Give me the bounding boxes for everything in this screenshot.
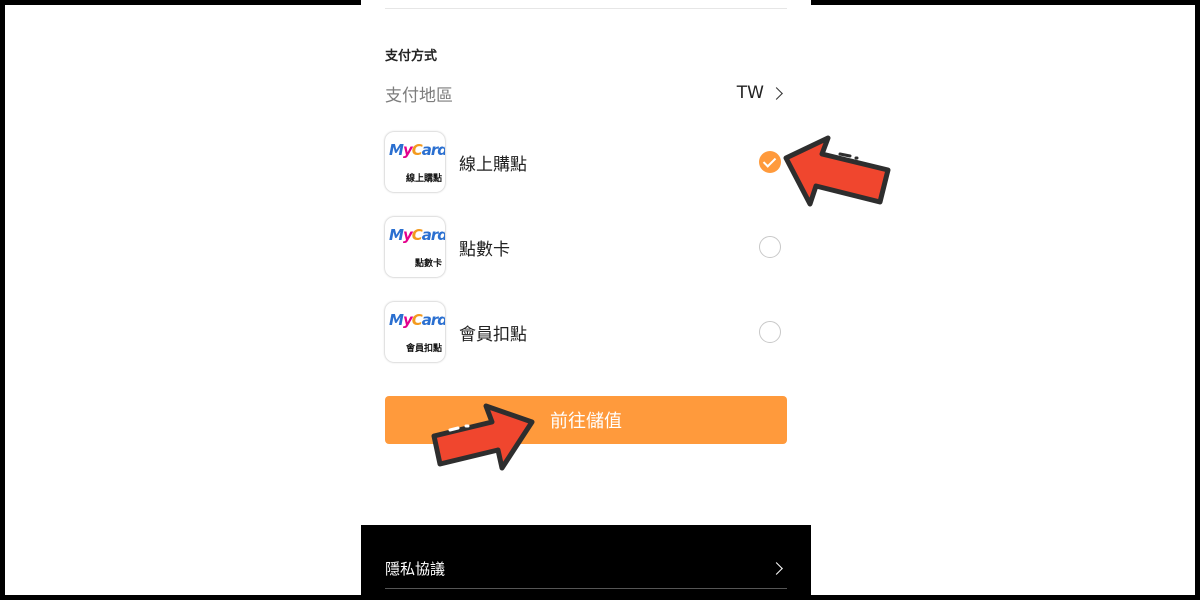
payment-method-online[interactable]: MyCard 線上購點 線上購點 bbox=[385, 131, 787, 193]
payment-method-card[interactable]: MyCard 點數卡 點數卡 bbox=[385, 216, 787, 278]
logo-subtitle: 點數卡 bbox=[414, 259, 442, 269]
payment-panel: 支付方式 支付地區 TW MyCard 線上購點 線上購點 MyCard 點數卡… bbox=[361, 0, 811, 600]
logo-subtitle: 會員扣點 bbox=[405, 344, 442, 354]
footer: 隱私協議 bbox=[361, 525, 811, 600]
chevron-right-icon bbox=[770, 86, 783, 100]
privacy-label: 隱私協議 bbox=[385, 559, 446, 578]
region-value: TW bbox=[736, 83, 764, 103]
logo-subtitle: 線上購點 bbox=[405, 174, 442, 184]
mycard-logo: MyCard 線上購點 bbox=[385, 132, 445, 192]
region-value-wrap: TW bbox=[737, 83, 787, 103]
payment-method-member[interactable]: MyCard 會員扣點 會員扣點 bbox=[385, 301, 787, 363]
mycard-brand-text: MyCard bbox=[389, 141, 445, 159]
payment-region-row[interactable]: 支付地區 TW bbox=[385, 80, 787, 106]
proceed-topup-button[interactable]: 前往儲值 bbox=[385, 396, 787, 444]
payment-method-label: 點數卡 bbox=[459, 239, 510, 260]
radio-checked-icon[interactable] bbox=[759, 151, 781, 173]
radio-unchecked-icon[interactable] bbox=[759, 321, 781, 343]
payment-method-label: 會員扣點 bbox=[459, 324, 527, 345]
top-divider bbox=[385, 8, 787, 9]
mycard-brand-text: MyCard bbox=[389, 311, 445, 329]
footer-divider bbox=[385, 588, 787, 589]
mycard-logo: MyCard 會員扣點 bbox=[385, 302, 445, 362]
region-label: 支付地區 bbox=[385, 85, 453, 106]
privacy-policy-link[interactable]: 隱私協議 bbox=[385, 553, 787, 583]
section-title: 支付方式 bbox=[385, 49, 438, 64]
chevron-right-icon bbox=[770, 561, 783, 575]
mycard-brand-text: MyCard bbox=[389, 226, 445, 244]
payment-method-label: 線上購點 bbox=[459, 154, 527, 175]
mycard-logo: MyCard 點數卡 bbox=[385, 217, 445, 277]
radio-unchecked-icon[interactable] bbox=[759, 236, 781, 258]
